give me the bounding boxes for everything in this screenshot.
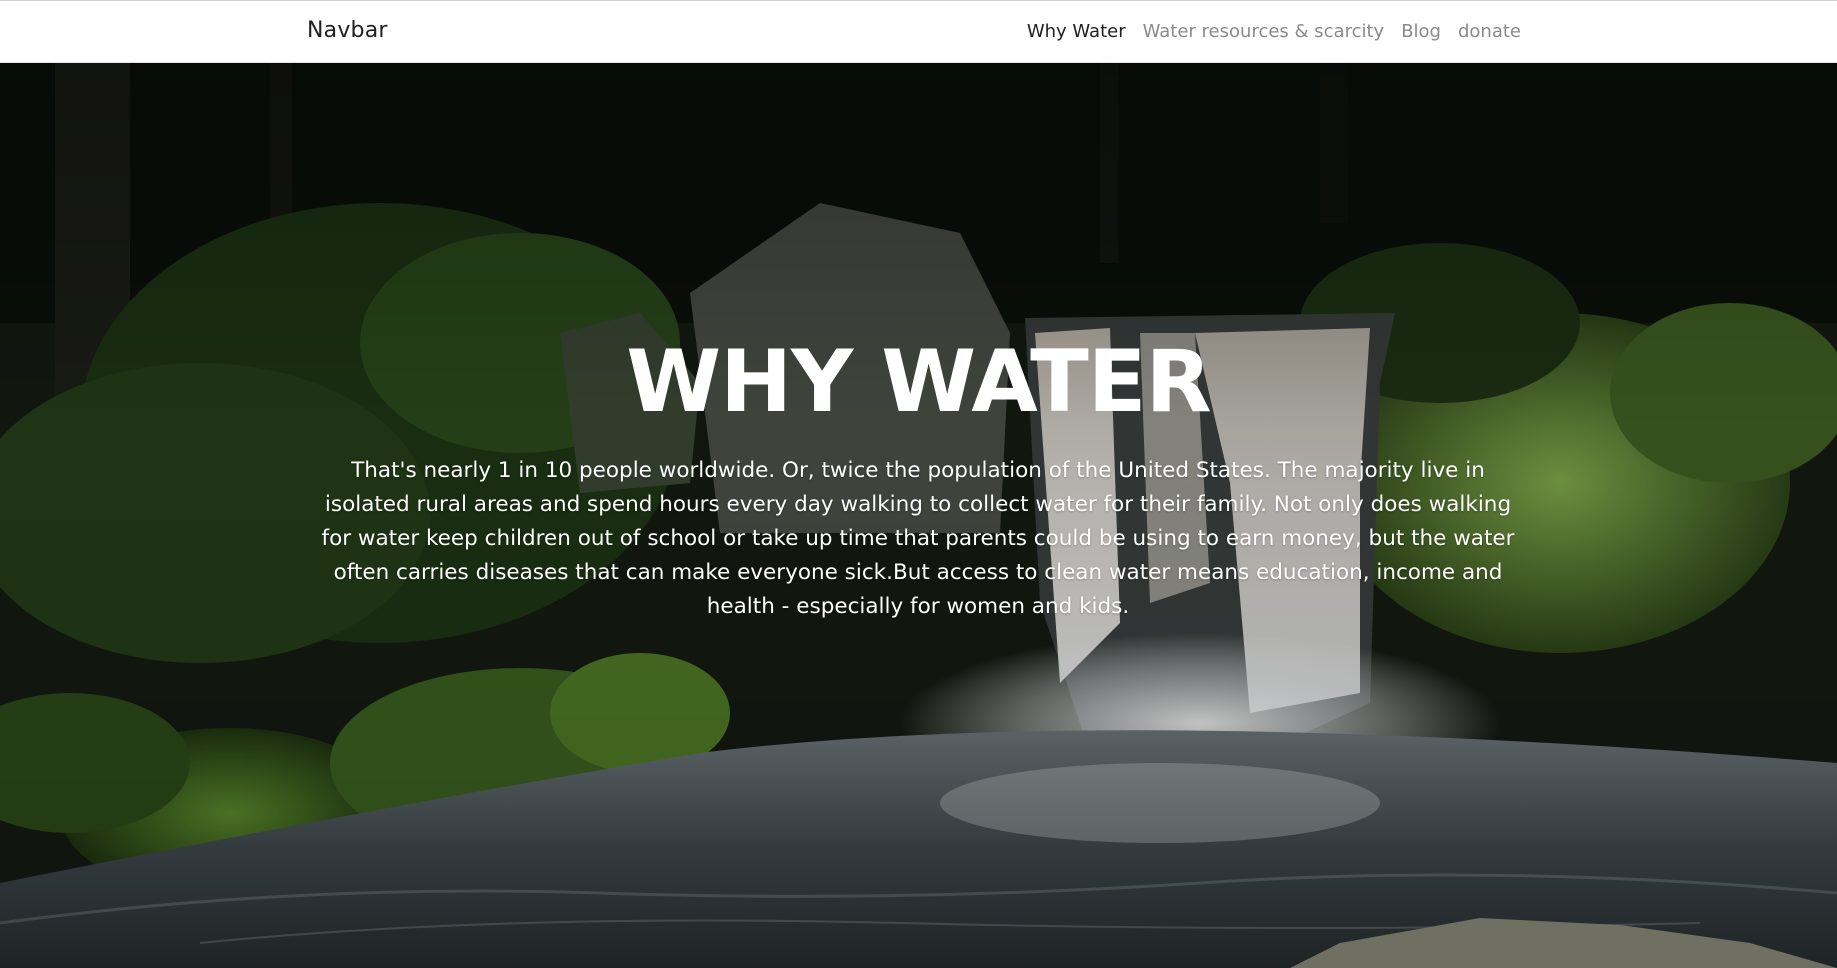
- hero-body-text: That's nearly 1 in 10 people worldwide. …: [321, 458, 1515, 619]
- page: Navbar Why Water Water resources & scarc…: [0, 0, 1837, 968]
- nav-link-why-water[interactable]: Why Water: [1027, 21, 1126, 42]
- nav-link-water-resources[interactable]: Water resources & scarcity: [1143, 21, 1385, 42]
- nav-link-blog[interactable]: Blog: [1401, 21, 1441, 42]
- navbar-brand[interactable]: Navbar: [307, 18, 388, 43]
- nav-link-donate[interactable]: donate: [1458, 21, 1521, 42]
- hero-title: WHY WATER: [626, 332, 1212, 432]
- navbar: Navbar Why Water Water resources & scarc…: [0, 0, 1837, 63]
- nav-links: Why Water Water resources & scarcity Blo…: [1027, 21, 1521, 42]
